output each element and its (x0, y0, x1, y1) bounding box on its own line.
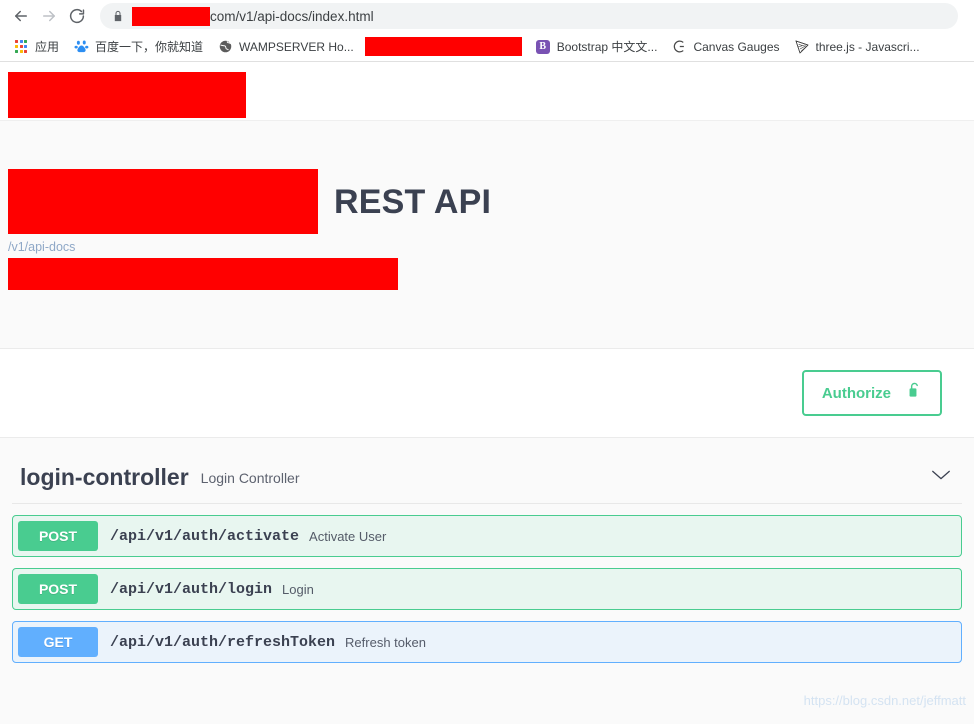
bookmark-bootstrap[interactable]: B Bootstrap 中文文... (528, 36, 665, 57)
bookmark-label: Bootstrap 中文文... (556, 40, 658, 54)
bookmark-apps[interactable]: 应用 (6, 36, 66, 57)
page-title: REST API (334, 182, 492, 221)
forward-button[interactable] (36, 3, 62, 29)
operation-row-post-login[interactable]: POST /api/v1/auth/login Login (12, 568, 962, 610)
baidu-icon (73, 39, 89, 55)
chevron-down-icon[interactable] (930, 468, 952, 487)
bookmark-wampserver[interactable]: WAMPSERVER Ho... (210, 37, 361, 57)
topbar-redacted-block (8, 72, 246, 118)
operation-row-post-activate[interactable]: POST /api/v1/auth/activate Activate User (12, 515, 962, 557)
bookmark-threejs[interactable]: three.js - Javascri... (787, 37, 927, 57)
operation-row-get-refresh-token[interactable]: GET /api/v1/auth/refreshToken Refresh to… (12, 621, 962, 663)
bookmark-label: 百度一下，你就知道 (95, 40, 204, 54)
method-badge: POST (18, 521, 98, 551)
canvas-gauges-icon (671, 39, 687, 55)
tag-header-login-controller[interactable]: login-controller Login Controller (12, 438, 962, 504)
url-path: com/v1/api-docs/index.html (210, 8, 374, 24)
forward-arrow-icon (40, 7, 58, 25)
bookmark-label: three.js - Javascri... (815, 39, 920, 54)
api-title-redacted-block (8, 169, 318, 234)
lock-icon (112, 9, 124, 23)
api-description-redacted-block (8, 258, 398, 290)
browser-toolbar: com/v1/api-docs/index.html (0, 0, 974, 32)
tag-description: Login Controller (200, 469, 300, 486)
authorize-label: Authorize (821, 384, 891, 402)
operation-path: /api/v1/auth/activate (110, 527, 300, 545)
reload-icon (68, 7, 86, 25)
method-badge: GET (18, 627, 98, 657)
watermark: https://blog.csdn.net/jeffmatt (803, 693, 966, 708)
bookmark-label: Canvas Gauges (693, 39, 780, 54)
authorize-band: Authorize (0, 349, 974, 438)
api-docs-link[interactable]: /v1/api-docs (8, 240, 974, 254)
back-button[interactable] (8, 3, 34, 29)
swagger-topbar (0, 62, 974, 120)
apps-grid-icon (13, 39, 29, 55)
unlocked-padlock-icon (907, 381, 922, 405)
bookmark-canvas-gauges[interactable]: Canvas Gauges (664, 37, 786, 57)
redacted-domain (132, 6, 210, 26)
globe-icon (217, 39, 233, 55)
authorize-button[interactable]: Authorize (801, 370, 942, 416)
operation-summary: Login (282, 581, 314, 597)
swagger-ui-page: REST API /v1/api-docs Authorize login-co… (0, 62, 974, 724)
bookmark-label: 应用 (35, 40, 60, 54)
threejs-icon (794, 39, 810, 55)
tag-name: login-controller (20, 464, 189, 490)
operation-path: /api/v1/auth/refreshToken (110, 633, 336, 651)
bootstrap-icon: B (535, 39, 551, 55)
bookmark-redacted[interactable] (364, 37, 522, 56)
bookmarks-bar: 应用 百度一下，你就知道 WAMPSERVER Ho... B Bootstra… (0, 32, 974, 62)
api-title-row: REST API (0, 121, 974, 234)
api-info-band: REST API /v1/api-docs (0, 120, 974, 349)
operation-path: /api/v1/auth/login (110, 580, 273, 598)
back-arrow-icon (12, 7, 30, 25)
method-badge: POST (18, 574, 98, 604)
reload-button[interactable] (64, 3, 90, 29)
bookmark-baidu[interactable]: 百度一下，你就知道 (66, 36, 210, 57)
operations-section: login-controller Login Controller POST /… (0, 438, 974, 724)
operation-summary: Activate User (309, 528, 387, 544)
address-bar[interactable]: com/v1/api-docs/index.html (100, 3, 958, 29)
operation-summary: Refresh token (345, 634, 426, 650)
browser-chrome: com/v1/api-docs/index.html 应用 百度一下，你就知道 … (0, 0, 974, 62)
bookmark-label: WAMPSERVER Ho... (239, 39, 354, 54)
url-text: com/v1/api-docs/index.html (132, 6, 374, 26)
